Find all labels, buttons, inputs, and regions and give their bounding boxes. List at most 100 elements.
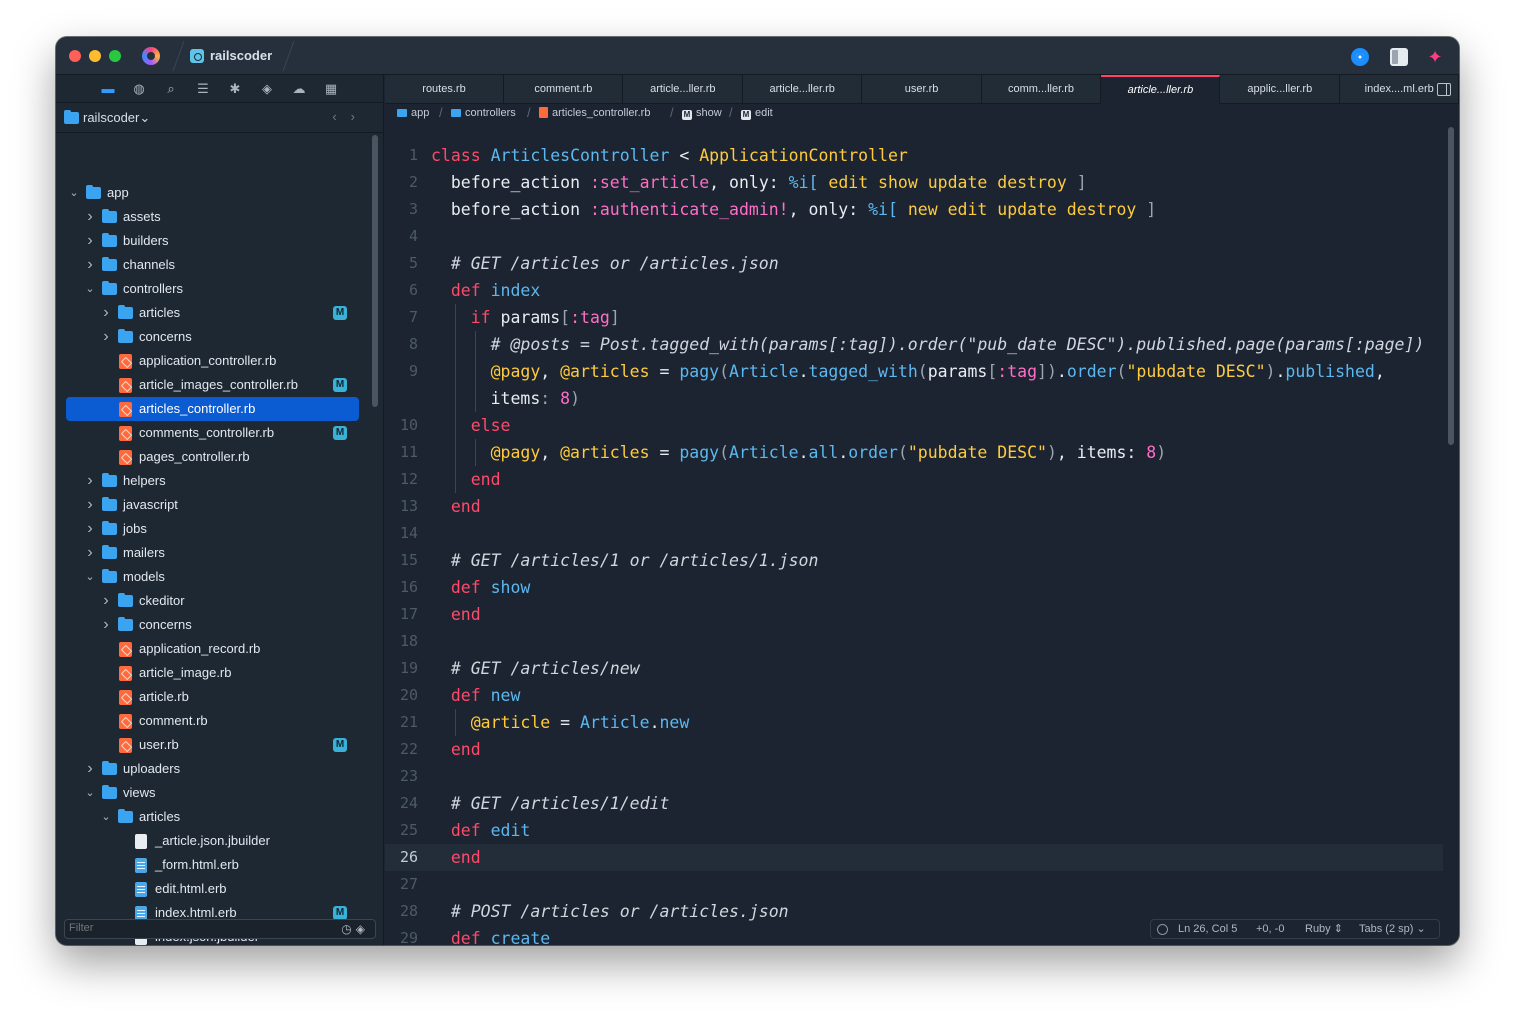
tree-item[interactable]: ⌄ controllers xyxy=(66,277,359,301)
tree-item[interactable]: application_record.rb xyxy=(66,637,359,661)
code-line[interactable]: 1 class ArticlesController < ApplicationC… xyxy=(385,142,1443,169)
editor-tab[interactable]: index....ml.erb xyxy=(1340,75,1459,104)
chevron-right-icon[interactable]: › xyxy=(83,229,97,253)
tree-item[interactable]: › concerns xyxy=(66,613,359,637)
tree-item[interactable]: article_image.rb xyxy=(66,661,359,685)
tree-item[interactable]: pages_controller.rb xyxy=(66,445,359,469)
tree-item[interactable]: › javascript xyxy=(66,493,359,517)
code-line[interactable]: 16 def show xyxy=(385,574,1443,601)
chevron-right-icon[interactable]: › xyxy=(83,757,97,781)
tree-item[interactable]: _form.html.erb xyxy=(66,853,359,877)
zoom-window-button[interactable] xyxy=(109,50,121,62)
editor-tab[interactable]: comm...ller.rb xyxy=(982,75,1101,104)
sidebar-scrollbar[interactable] xyxy=(372,135,378,407)
breadcrumb-item[interactable]: app xyxy=(397,107,429,119)
project-name[interactable]: railscoder xyxy=(210,48,272,63)
chevron-right-icon[interactable]: › xyxy=(83,469,97,493)
chevron-down-icon[interactable]: ⌄ xyxy=(67,181,81,205)
editor-tab[interactable]: article...ller.rb xyxy=(743,75,863,104)
tree-item[interactable]: article.rb xyxy=(66,685,359,709)
chevron-down-icon[interactable]: ⌄ xyxy=(83,781,97,805)
code-line[interactable]: 2 before_action :set_article, only: %i[ e… xyxy=(385,169,1443,196)
tree-item[interactable]: articles_controller.rb xyxy=(66,397,359,421)
tree-item[interactable]: › assets xyxy=(66,205,359,229)
tree-item[interactable]: ⌄ models xyxy=(66,565,359,589)
preview-eye-icon[interactable] xyxy=(1351,48,1369,66)
code-line[interactable]: 15 # GET /articles/1 or /articles/1.json xyxy=(385,547,1443,574)
editor-tab[interactable]: applic...ller.rb xyxy=(1221,75,1340,104)
tree-item[interactable]: _article.json.jbuilder xyxy=(66,829,359,853)
tree-item[interactable]: › uploaders xyxy=(66,757,359,781)
chevron-right-icon[interactable]: › xyxy=(83,253,97,277)
chevron-right-icon[interactable]: › xyxy=(99,325,113,349)
app-logo-icon[interactable] xyxy=(142,47,160,65)
chevron-right-icon[interactable]: › xyxy=(83,493,97,517)
code-line[interactable]: 12 end xyxy=(385,466,1443,493)
editor-tab[interactable]: routes.rb xyxy=(385,75,504,104)
chevron-down-icon[interactable]: ⌄ xyxy=(83,277,97,301)
code-line[interactable]: 20 def new xyxy=(385,682,1443,709)
code-line[interactable]: 6 def index xyxy=(385,277,1443,304)
cloud-icon[interactable]: ☁ xyxy=(291,81,307,97)
cursor-position[interactable]: Ln 26, Col 5 xyxy=(1178,920,1237,938)
tree-item[interactable]: › mailers xyxy=(66,541,359,565)
editor-tab[interactable]: article...ller.rb xyxy=(1101,75,1221,104)
code-line[interactable]: 23 xyxy=(385,763,1443,790)
globe-icon[interactable]: ◍ xyxy=(131,81,147,97)
chevron-right-icon[interactable]: › xyxy=(99,301,113,325)
tree-item[interactable]: user.rb M xyxy=(66,733,359,757)
tree-item[interactable]: edit.html.erb xyxy=(66,877,359,901)
history-nav-arrows[interactable]: ‹› xyxy=(332,109,369,124)
inspector-toggle-icon[interactable] xyxy=(1390,48,1408,66)
chevron-down-icon[interactable]: ⌄ xyxy=(83,565,97,589)
tree-item[interactable]: › ckeditor xyxy=(66,589,359,613)
code-line[interactable]: 13 end xyxy=(385,493,1443,520)
editor-scrollbar[interactable] xyxy=(1448,127,1454,445)
code-line[interactable]: 25 def edit xyxy=(385,817,1443,844)
tree-item[interactable]: article_images_controller.rb M xyxy=(66,373,359,397)
code-line[interactable]: 14 xyxy=(385,520,1443,547)
code-line[interactable]: 18 xyxy=(385,628,1443,655)
grid-icon[interactable]: ▦ xyxy=(323,81,339,97)
code-line[interactable]: 22 end xyxy=(385,736,1443,763)
code-line[interactable]: 26 end xyxy=(385,844,1443,871)
chevron-right-icon[interactable]: › xyxy=(83,517,97,541)
list-icon[interactable]: ☰ xyxy=(195,81,211,97)
breadcrumb-item[interactable]: controllers xyxy=(451,107,516,119)
editor-tab[interactable]: user.rb xyxy=(863,75,982,104)
code-line[interactable]: 9 @pagy, @articles = pagy(Article.tagged_… xyxy=(385,358,1443,385)
code-line[interactable]: 5 # GET /articles or /articles.json xyxy=(385,250,1443,277)
tree-item[interactable]: ⌄ views xyxy=(66,781,359,805)
tree-item[interactable]: › helpers xyxy=(66,469,359,493)
code-line[interactable]: 3 before_action :authenticate_admin!, onl… xyxy=(385,196,1443,223)
code-line[interactable]: 8 # @posts = Post.tagged_with(params[:tag… xyxy=(385,331,1443,358)
chevron-right-icon[interactable]: › xyxy=(83,205,97,229)
filter-options-icon[interactable]: ◷◈ xyxy=(341,922,369,936)
code-line[interactable]: 27 xyxy=(385,871,1443,898)
issues-icon[interactable] xyxy=(1157,924,1168,935)
minimize-window-button[interactable] xyxy=(89,50,101,62)
chevron-down-icon[interactable]: ⌄ xyxy=(99,805,113,829)
code-line[interactable]: 21 @article = Article.new xyxy=(385,709,1443,736)
chevron-right-icon[interactable]: › xyxy=(99,613,113,637)
tree-item[interactable]: › builders xyxy=(66,229,359,253)
root-selector[interactable]: railscoder⌄ xyxy=(83,110,150,126)
tree-item[interactable]: comment.rb xyxy=(66,709,359,733)
language-selector[interactable]: Ruby ⇕ xyxy=(1305,920,1343,938)
git-icon[interactable]: ◈ xyxy=(259,81,275,97)
code-line[interactable]: items: 8) xyxy=(385,385,1443,412)
code-line[interactable]: 4 xyxy=(385,223,1443,250)
filter-input[interactable] xyxy=(69,922,309,934)
tree-item[interactable]: ⌄ articles xyxy=(66,805,359,829)
sparkle-icon[interactable]: ✦ xyxy=(1426,48,1444,66)
tree-item[interactable]: › channels xyxy=(66,253,359,277)
breadcrumb-item[interactable]: Mshow xyxy=(682,107,722,120)
tree-item[interactable]: › concerns xyxy=(66,325,359,349)
breadcrumb-item[interactable]: articles_controller.rb xyxy=(539,107,650,119)
search-icon[interactable]: ⌕ xyxy=(163,81,179,97)
editor-tab[interactable]: article...ller.rb xyxy=(624,75,743,104)
code-line[interactable]: 19 # GET /articles/new xyxy=(385,655,1443,682)
tree-item[interactable]: comments_controller.rb M xyxy=(66,421,359,445)
tree-item[interactable]: › articles M xyxy=(66,301,359,325)
code-line[interactable]: 17 end xyxy=(385,601,1443,628)
